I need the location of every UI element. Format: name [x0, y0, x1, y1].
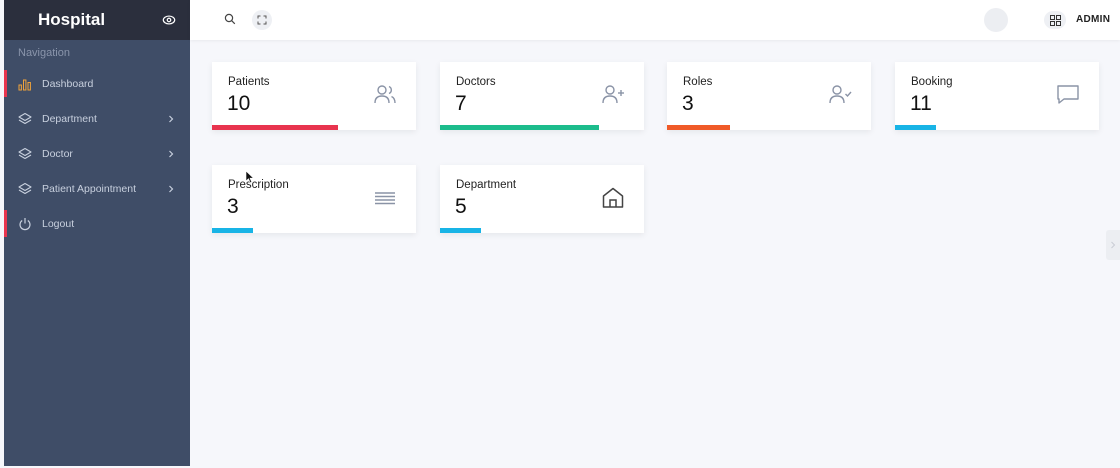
fullscreen-icon — [257, 15, 267, 25]
stat-card-roles[interactable]: Roles 3 — [667, 62, 871, 130]
card-progress-bar — [440, 125, 600, 130]
align-justify-icon — [375, 192, 395, 205]
home-icon — [602, 187, 624, 208]
layers-icon — [18, 182, 32, 194]
layers-icon — [18, 147, 32, 159]
sidebar-item-label: Doctor — [42, 147, 73, 160]
sidebar-brand: Hospital — [4, 0, 190, 40]
cursor-icon — [245, 170, 255, 184]
grid-icon — [1049, 14, 1061, 26]
stat-card-patients[interactable]: Patients 10 — [212, 62, 416, 130]
nav-caption: Navigation — [18, 47, 70, 59]
sidebar-item-patient-appointment[interactable]: Patient Appointment — [4, 171, 190, 206]
stat-card-booking[interactable]: Booking 11 — [895, 62, 1099, 130]
chevron-right-icon — [169, 115, 174, 122]
chevron-right-icon — [169, 185, 174, 192]
card-value: 3 — [227, 195, 239, 218]
sidebar-item-label: Logout — [42, 217, 75, 230]
card-label: Doctors — [456, 76, 496, 88]
card-label: Booking — [911, 76, 953, 88]
users-icon — [374, 85, 396, 104]
chevron-right-icon — [169, 150, 174, 157]
card-label: Patients — [228, 76, 270, 88]
card-label: Department — [456, 179, 517, 191]
grid-button[interactable] — [1044, 11, 1066, 29]
card-progress-bar — [440, 228, 481, 233]
sidebar: Hospital Navigation Dashboard Department… — [4, 0, 190, 466]
sidebar-item-logout[interactable]: Logout — [4, 206, 190, 241]
layers-icon — [18, 112, 32, 124]
search-icon[interactable] — [224, 13, 236, 25]
card-value: 11 — [910, 92, 932, 115]
sidebar-item-dashboard[interactable]: Dashboard — [4, 66, 190, 101]
card-progress-bar — [895, 125, 936, 130]
stat-card-department[interactable]: Department 5 — [440, 165, 644, 233]
card-value: 7 — [455, 92, 467, 115]
stat-card-doctors[interactable]: Doctors 7 — [440, 62, 644, 130]
fullscreen-button[interactable] — [252, 10, 272, 30]
sidebar-item-department[interactable]: Department — [4, 101, 190, 136]
sidebar-item-label: Department — [42, 112, 97, 125]
card-progress-bar — [212, 228, 253, 233]
bar-chart-icon — [18, 79, 31, 90]
user-plus-icon — [602, 85, 624, 104]
top-bar: ADMIN — [190, 0, 1120, 40]
side-panel-handle[interactable] — [1106, 230, 1120, 260]
sidebar-item-label: Patient Appointment — [42, 182, 136, 195]
avatar[interactable] — [984, 8, 1008, 32]
sidebar-item-doctor[interactable]: Doctor — [4, 136, 190, 171]
card-label: Roles — [683, 76, 713, 88]
stat-card-prescription[interactable]: Prescription 3 — [212, 165, 416, 233]
brand-title: Hospital — [38, 10, 106, 29]
card-progress-bar — [212, 125, 339, 130]
card-progress-bar — [667, 125, 731, 130]
card-value: 5 — [455, 195, 467, 218]
card-label: Prescription — [228, 179, 289, 191]
card-value: 3 — [682, 92, 694, 115]
power-icon — [19, 217, 31, 230]
message-square-icon — [1057, 85, 1079, 104]
sidebar-item-label: Dashboard — [42, 77, 94, 90]
chevron-right-icon — [1111, 241, 1116, 249]
user-check-icon — [829, 85, 852, 104]
eye-toggle-icon[interactable] — [162, 13, 176, 27]
user-name[interactable]: ADMIN — [1076, 14, 1110, 25]
card-value: 10 — [227, 92, 251, 115]
